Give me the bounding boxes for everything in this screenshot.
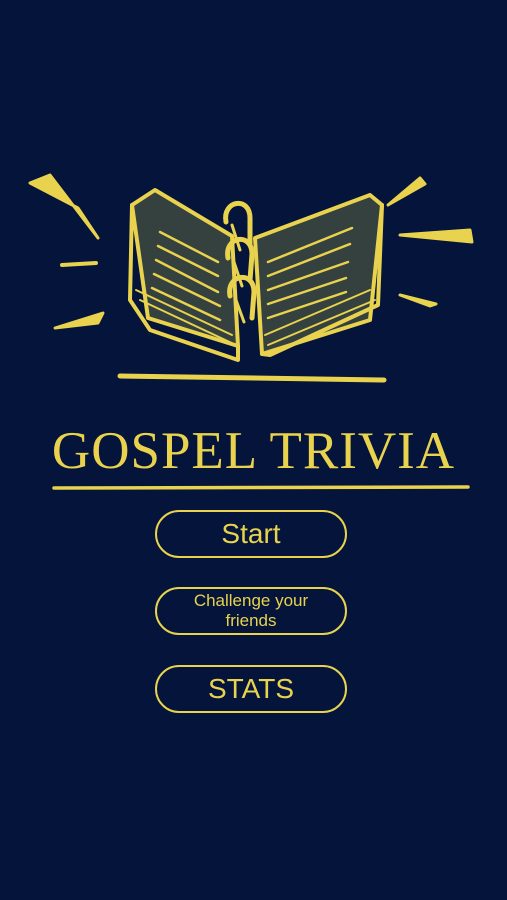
main-menu-screen: GOSPEL TRIVIA Start Challenge your frien… [0,0,507,900]
challenge-friends-button[interactable]: Challenge your friends [155,587,347,635]
start-button[interactable]: Start [155,510,347,558]
title-underline [52,485,470,490]
stats-button[interactable]: STATS [155,665,347,713]
app-title: GOSPEL TRIVIA [51,422,456,480]
open-bible-icon [28,173,474,383]
